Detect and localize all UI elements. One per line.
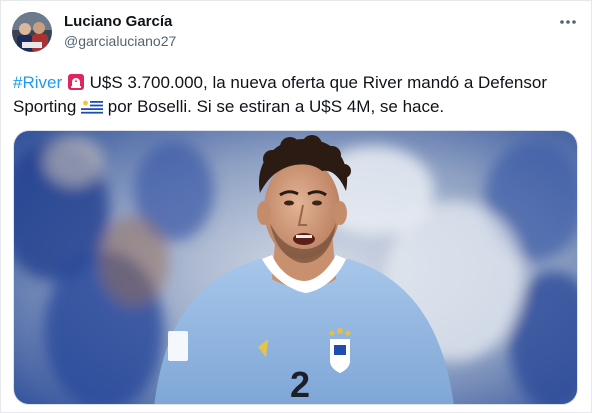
hashtag-link[interactable]: #River (13, 73, 62, 92)
tweet-text-segment: por Boselli. Si se estiran a U$S 4M, se … (103, 97, 445, 116)
tweet-media-image[interactable]: 2 (13, 130, 578, 405)
tweet-card[interactable]: Luciano García @garcialuciano27 #River U… (0, 0, 592, 413)
tweet-text-line-1: #River U$S 3.700.000, la nueva oferta qu… (13, 71, 578, 95)
tweet-text-segment: U$S 3.700.000, la nueva oferta que River… (84, 73, 547, 92)
player-photo: 2 (14, 131, 577, 405)
shirt-number: 2 (290, 364, 310, 405)
more-options-button[interactable] (557, 13, 579, 31)
author-name[interactable]: Luciano García (64, 13, 172, 30)
more-dots-icon (560, 20, 576, 24)
avatar-image (12, 12, 52, 52)
author-handle[interactable]: @garcialuciano27 (64, 33, 176, 49)
uruguay-flag-emoji (81, 98, 104, 122)
avatar[interactable] (12, 12, 52, 52)
tweet-text-segment: Sporting (13, 97, 82, 116)
tweet-text-line-2: Sporting por Boselli. Si se estiran a U$… (13, 95, 578, 119)
tweet-text: #River U$S 3.700.000, la nueva oferta qu… (13, 71, 578, 119)
